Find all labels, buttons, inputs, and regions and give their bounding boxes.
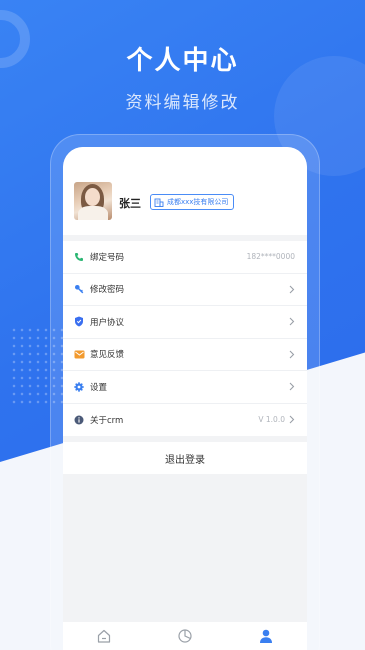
info-icon — [73, 414, 85, 426]
menu-item-label: 用户协议 — [90, 317, 125, 328]
chevron-right-icon — [287, 382, 297, 392]
version-value: V 1.0.0 — [258, 415, 285, 425]
menu-item-feedback[interactable]: 意见反馈 — [63, 339, 307, 371]
tab-statistics[interactable]: 统计 — [165, 628, 205, 650]
avatar[interactable] — [74, 182, 112, 220]
chevron-right-icon — [287, 349, 297, 359]
menu-item-about[interactable]: 关于crm V 1.0.0 — [63, 404, 307, 437]
phone-screen: 张三 成都xxx技有限公司 绑定号码 182****0000 修改密码 用户协议… — [63, 147, 307, 650]
mail-icon — [73, 348, 85, 360]
chevron-right-icon — [287, 415, 297, 425]
menu-item-label: 设置 — [90, 382, 108, 393]
gear-icon — [73, 381, 85, 393]
phone-number-value: 182****0000 — [246, 252, 295, 262]
menu-item-user-agreement[interactable]: 用户协议 — [63, 306, 307, 339]
menu-item-label: 意见反馈 — [90, 350, 125, 361]
page-subtitle: 资料编辑修改 — [125, 93, 240, 113]
menu-item-label: 绑定号码 — [90, 252, 125, 263]
menu-item-bind-phone[interactable]: 绑定号码 182****0000 — [63, 241, 307, 274]
logout-button[interactable]: 退出登录 — [63, 442, 307, 474]
key-icon — [73, 283, 85, 295]
tab-home[interactable]: 首页 — [84, 628, 124, 650]
shield-icon — [73, 316, 85, 328]
page-title: 个人中心 — [126, 46, 239, 76]
chart-icon — [177, 628, 193, 648]
menu-item-label: 修改密码 — [90, 285, 125, 296]
phone-icon — [73, 251, 85, 263]
menu-item-label: 关于crm — [90, 415, 124, 426]
home-icon — [96, 628, 112, 648]
user-name: 张三 — [119, 197, 141, 210]
tab-mine[interactable]: 我的 — [246, 628, 286, 650]
chevron-right-icon — [287, 284, 297, 294]
menu-item-settings[interactable]: 设置 — [63, 371, 307, 404]
tab-bar: 首页 统计 我的 — [63, 622, 307, 650]
company-badge: 成都xxx技有限公司 — [150, 194, 235, 210]
profile-card: 张三 成都xxx技有限公司 — [63, 147, 307, 235]
user-icon — [258, 628, 274, 648]
chevron-right-icon — [287, 317, 297, 327]
building-icon — [154, 198, 164, 207]
menu-item-change-password[interactable]: 修改密码 — [63, 274, 307, 306]
settings-menu: 绑定号码 182****0000 修改密码 用户协议 意见反馈 设置 关于crm… — [63, 241, 307, 436]
company-name: 成都xxx技有限公司 — [167, 198, 229, 206]
